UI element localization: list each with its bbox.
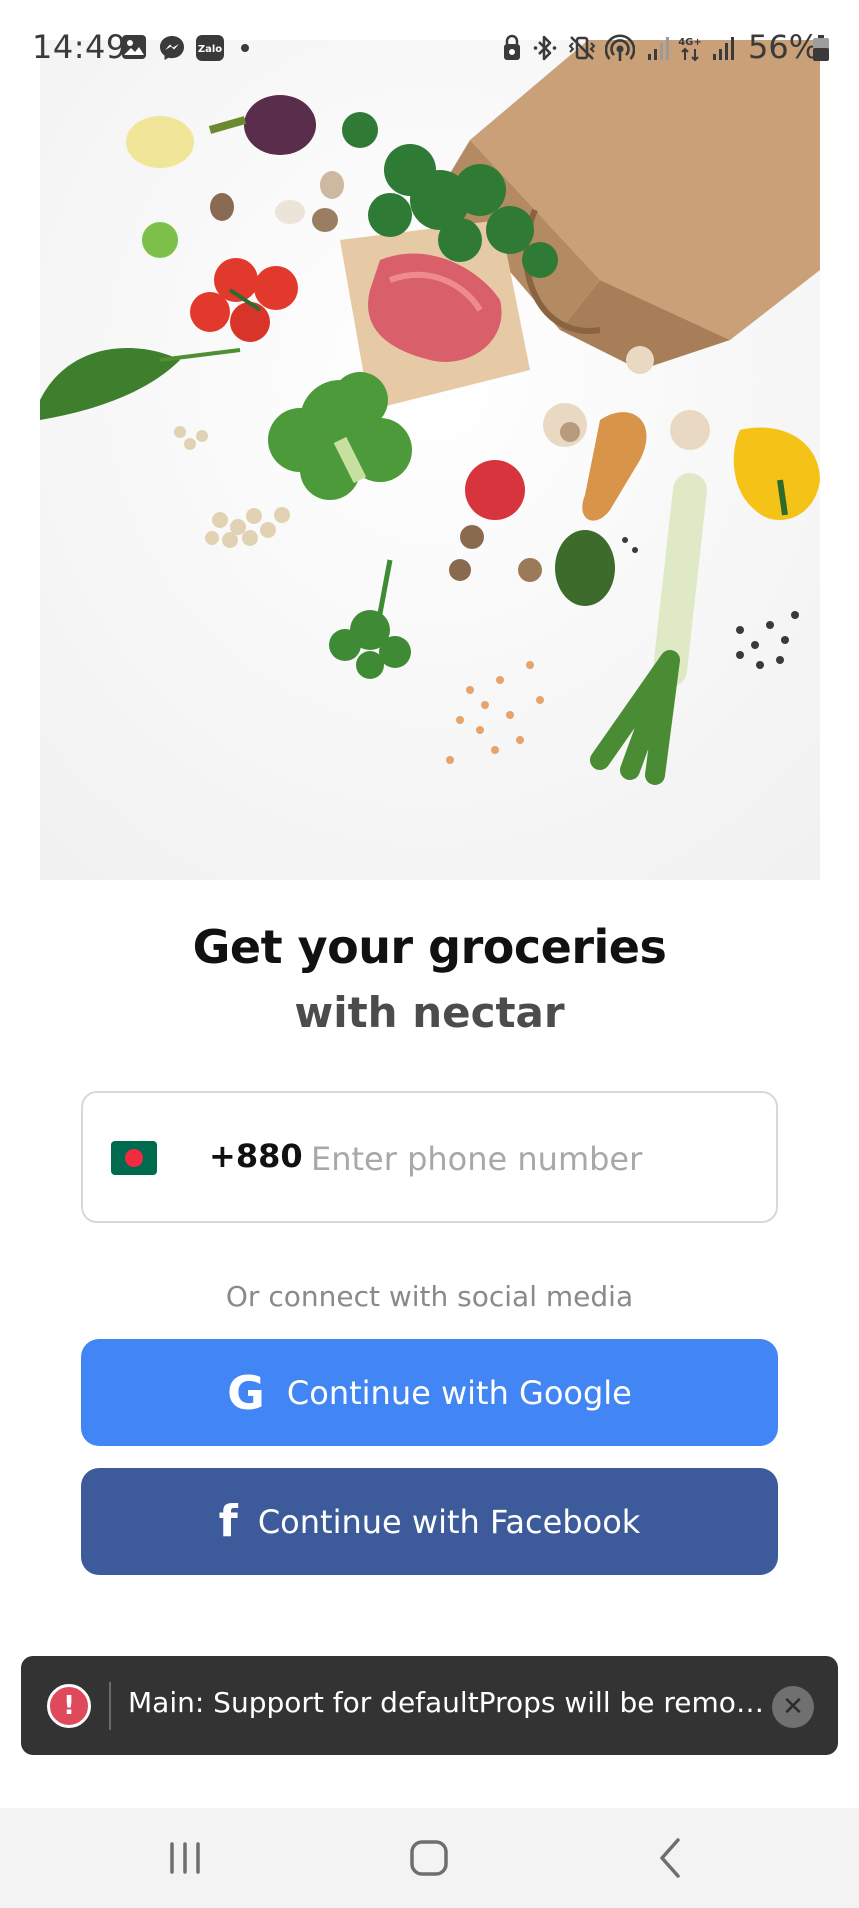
google-button-label: Continue with Google — [286, 1373, 632, 1412]
continue-with-facebook-button[interactable]: f Continue with Facebook — [81, 1468, 778, 1575]
battery-percentage: 56% — [748, 28, 820, 66]
messenger-icon — [160, 36, 184, 60]
phone-input-container[interactable]: +880 — [81, 1091, 778, 1223]
bluetooth-icon — [533, 35, 557, 61]
lock-icon — [504, 34, 520, 60]
country-dial-code[interactable]: +880 — [209, 1137, 303, 1175]
phone-number-input[interactable] — [311, 1119, 751, 1199]
recents-icon[interactable] — [155, 1834, 215, 1882]
gallery-icon — [122, 35, 146, 59]
signal-icon-2 — [713, 37, 734, 60]
close-icon[interactable]: ✕ — [772, 1686, 814, 1728]
toast-message[interactable]: Main: Support for defaultProps will be r… — [128, 1686, 768, 1719]
groceries-hero-image — [40, 40, 820, 880]
social-divider-text: Or connect with social media — [225, 1280, 634, 1313]
hotspot-icon — [605, 34, 635, 61]
error-toast[interactable]: ! Main: Support for defaultProps will be… — [21, 1656, 838, 1755]
system-navigation-bar — [0, 1808, 859, 1908]
error-icon: ! — [47, 1684, 91, 1728]
zalo-icon: Zalo — [196, 35, 224, 61]
back-icon[interactable] — [640, 1834, 700, 1882]
status-time: 14:49 — [32, 28, 127, 66]
page-title: Get your groceries — [192, 920, 667, 974]
battery-icon — [813, 35, 829, 61]
vibrate-icon — [568, 36, 596, 60]
svg-text:4G+: 4G+ — [678, 37, 702, 48]
page-subtitle: with nectar — [294, 988, 565, 1037]
continue-with-google-button[interactable]: G Continue with Google — [81, 1339, 778, 1446]
dot-icon — [241, 44, 249, 52]
svg-text:Zalo: Zalo — [198, 44, 222, 55]
bangladesh-flag-icon[interactable] — [111, 1141, 157, 1175]
home-icon[interactable] — [400, 1834, 460, 1882]
4g-icon: 4G+ — [678, 37, 702, 62]
google-icon: G — [227, 1365, 265, 1420]
toast-divider — [109, 1682, 111, 1730]
facebook-icon: f — [218, 1495, 238, 1547]
groceries-illustration — [40, 40, 820, 880]
facebook-button-label: Continue with Facebook — [257, 1502, 641, 1541]
status-bar: 14:49 Zalo 4G+ 56% — [0, 0, 859, 96]
signal-icon — [648, 37, 669, 60]
